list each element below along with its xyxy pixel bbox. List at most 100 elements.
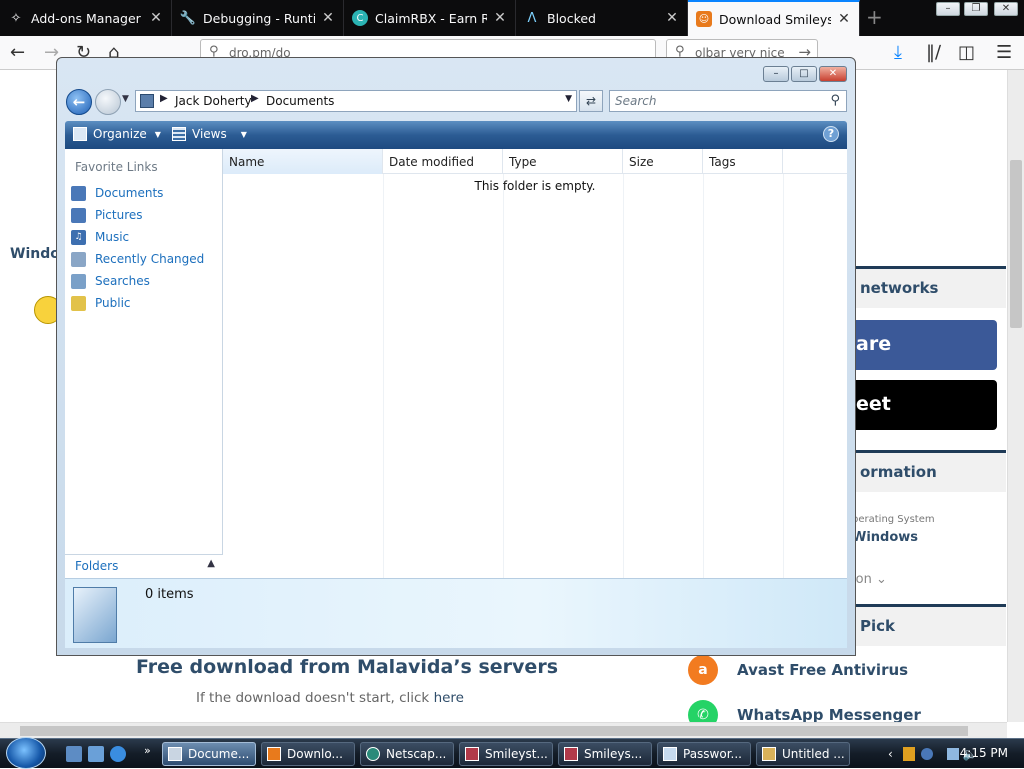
chevron-down-icon[interactable]: ▼ [565, 94, 572, 104]
menu-icon[interactable]: ☰ [996, 42, 1012, 64]
sidebar-item-documents[interactable]: Documents [71, 183, 163, 203]
pictures-icon [71, 207, 86, 223]
app-item-avast[interactable]: a Avast Free Antivirus [688, 650, 1006, 690]
column-divider [623, 174, 624, 578]
organize-icon [73, 127, 87, 141]
monitor-icon[interactable] [946, 748, 959, 760]
download-icon[interactable]: ⤓ [894, 42, 902, 64]
forward-button[interactable] [95, 89, 121, 115]
views-button[interactable]: Views ▼ [172, 127, 247, 141]
close-icon[interactable]: ✕ [493, 10, 507, 26]
chevron-left-icon[interactable]: ‹ [888, 747, 893, 761]
organize-button[interactable]: Organize ▼ [73, 127, 161, 141]
sidebar-item-searches[interactable]: Searches [71, 271, 150, 291]
maximize-button[interactable]: □ [791, 66, 817, 82]
close-icon[interactable]: ✕ [837, 11, 851, 27]
taskbar-item-smileys[interactable]: Smileys... [558, 742, 652, 766]
taskbar: » Docume... Downlo... Netscap... Smileys… [0, 737, 1024, 769]
close-button[interactable]: ✕ [819, 66, 847, 82]
taskbar-item-download[interactable]: Downlo... [261, 742, 355, 766]
close-window-button[interactable]: ✕ [994, 2, 1018, 16]
breadcrumb-jack-doherty[interactable]: Jack Doherty [175, 94, 252, 108]
section-networks: networks [856, 266, 1006, 308]
netscape-icon [366, 747, 380, 761]
sidebar-item-label: Recently Changed [95, 252, 205, 266]
folder-icon [168, 747, 182, 761]
recent-pages-dropdown-icon[interactable]: ▼ [122, 94, 129, 104]
chevron-right-icon[interactable]: ▶ [251, 93, 259, 104]
minimize-button[interactable]: – [763, 66, 789, 82]
taskbar-item-untitled[interactable]: Untitled ... [756, 742, 850, 766]
taskbar-item-password[interactable]: Passwor... [657, 742, 751, 766]
sidebar-item-recently-changed[interactable]: Recently Changed [71, 249, 204, 269]
sidebar-item-label: Searches [95, 274, 150, 288]
tab-claimrbx[interactable]: C ClaimRBX - Earn Robu ✕ [344, 0, 516, 36]
back-arrow-icon[interactable]: ← [10, 42, 25, 64]
internet-explorer-icon[interactable] [110, 746, 126, 762]
network-icon[interactable] [920, 748, 933, 760]
section-information: ormation [856, 450, 1006, 492]
help-icon[interactable]: ? [823, 126, 839, 142]
documents-folder-icon [73, 587, 117, 643]
breadcrumb-documents[interactable]: Documents [266, 94, 334, 108]
security-shield-icon[interactable] [902, 747, 915, 761]
vertical-scrollbar[interactable] [1007, 70, 1024, 722]
views-label: Views [192, 127, 227, 141]
tab-blocked[interactable]: Λ Blocked ✕ [516, 0, 688, 36]
sidebar-item-public[interactable]: Public [71, 293, 131, 313]
library-icon[interactable]: ‖∕ [926, 42, 941, 64]
restore-button[interactable]: ❐ [964, 2, 988, 16]
search-icon[interactable]: ⚲ [830, 93, 840, 108]
column-name[interactable]: Name [223, 149, 383, 174]
taskbar-clock[interactable]: 4:15 PM [960, 746, 1008, 760]
tab-addons-manager[interactable]: ✧ Add-ons Manager ✕ [0, 0, 172, 36]
download-note-text: If the download doesn't start, click [196, 690, 430, 706]
tab-title: ClaimRBX - Earn Robu [375, 10, 487, 26]
scrollbar-thumb[interactable] [20, 726, 968, 736]
scrollbar-thumb[interactable] [1010, 160, 1022, 328]
sidebar-item-pictures[interactable]: Pictures [71, 205, 143, 225]
share-button[interactable]: are [856, 320, 997, 370]
taskbar-item-documents[interactable]: Docume... [162, 742, 256, 766]
refresh-button[interactable]: ⇄ [579, 90, 603, 112]
empty-folder-message: This folder is empty. [474, 179, 596, 193]
new-tab-button[interactable]: + [866, 5, 883, 29]
show-desktop-icon[interactable] [66, 746, 82, 762]
app-name: Avast Free Antivirus [737, 661, 909, 679]
favorite-links-heading: Favorite Links [75, 160, 158, 174]
sidebar-item-label: Public [95, 296, 131, 310]
chevron-right-icon[interactable]: ▶ [160, 93, 168, 104]
back-button[interactable]: ← [66, 89, 92, 115]
sidebar-item-music[interactable]: ♫ Music [71, 227, 129, 247]
column-date-modified[interactable]: Date modified [383, 149, 503, 174]
switch-windows-icon[interactable] [88, 746, 104, 762]
tab-download-smileys[interactable]: ☺ Download Smileystor ✕ [688, 0, 860, 36]
tab-title: Download Smileystor [719, 11, 831, 27]
taskbar-item-smileyst[interactable]: Smileyst... [459, 742, 553, 766]
taskbar-item-netscape[interactable]: Netscap... [360, 742, 454, 766]
close-icon[interactable]: ✕ [321, 10, 335, 26]
sidebar-icon[interactable]: ◫ [958, 42, 975, 64]
column-size[interactable]: Size [623, 149, 703, 174]
close-icon[interactable]: ✕ [665, 10, 679, 26]
folders-toggle-bar[interactable]: Folders ▲ [65, 554, 223, 578]
tweet-button[interactable]: eet [856, 380, 997, 430]
close-icon[interactable]: ✕ [149, 10, 163, 26]
start-button[interactable] [6, 737, 46, 769]
horizontal-scrollbar[interactable] [0, 722, 1007, 738]
more-toggle[interactable]: ion ⌄ [852, 572, 887, 587]
chevron-right-icon[interactable]: » [144, 744, 151, 757]
column-type[interactable]: Type [503, 149, 623, 174]
file-list[interactable]: Name Date modified Type Size Tags This f… [223, 149, 847, 578]
column-tags[interactable]: Tags [703, 149, 783, 174]
column-divider [703, 174, 704, 578]
chevron-up-icon[interactable]: ▲ [207, 558, 215, 569]
minimize-button[interactable]: – [936, 2, 960, 16]
download-here-link[interactable]: here [434, 690, 464, 706]
tab-debugging[interactable]: 🔧 Debugging - Runtim ✕ [172, 0, 344, 36]
tab-title: Blocked [547, 10, 596, 26]
address-bar[interactable]: ▶ Jack Doherty ▶ Documents ▼ [135, 90, 577, 112]
os-value: Windows [852, 530, 919, 545]
search-input[interactable]: Search ⚲ [609, 90, 847, 112]
chevron-down-icon: ▼ [154, 129, 161, 139]
